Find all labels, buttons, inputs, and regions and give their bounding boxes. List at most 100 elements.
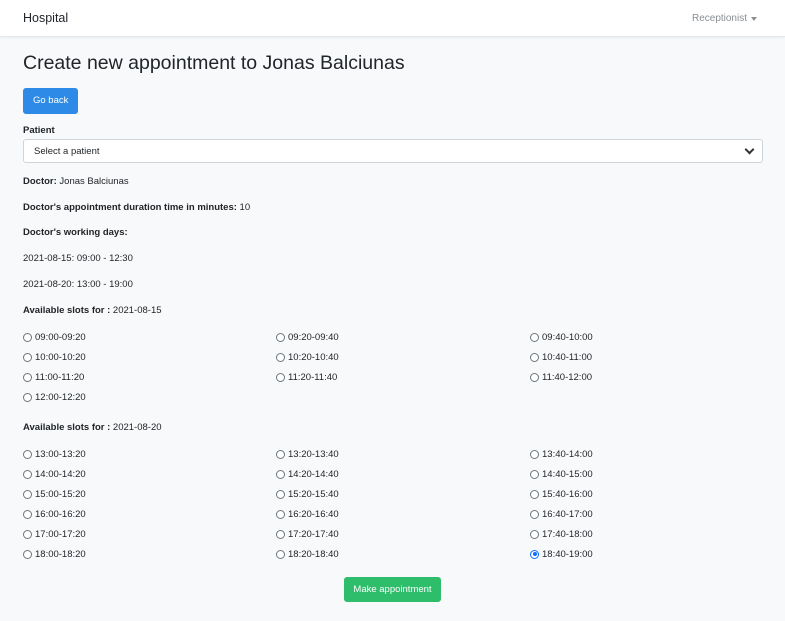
radio-button[interactable] xyxy=(23,549,32,559)
radio-button[interactable] xyxy=(23,449,32,459)
time-slot-label: 15:00-15:20 xyxy=(35,488,86,500)
time-slot-label: 13:40-14:00 xyxy=(542,448,593,460)
time-slot-label: 17:20-17:40 xyxy=(288,528,339,540)
make-appointment-button[interactable]: Make appointment xyxy=(344,577,441,602)
radio-button[interactable] xyxy=(276,469,285,479)
user-menu-dropdown[interactable]: Receptionist xyxy=(692,13,757,24)
radio-button[interactable] xyxy=(530,529,539,539)
slots-date: 2021-08-15 xyxy=(112,305,162,316)
patient-label: Patient xyxy=(23,125,55,136)
radio-button[interactable] xyxy=(276,549,285,559)
radio-button[interactable] xyxy=(23,372,32,382)
user-menu-label: Receptionist xyxy=(691,12,747,24)
time-slot-option[interactable]: 14:00-14:20 xyxy=(23,468,276,480)
time-slot-option[interactable]: 10:20-10:40 xyxy=(276,351,530,363)
radio-button[interactable] xyxy=(530,489,539,499)
time-slot-option[interactable]: 13:40-14:00 xyxy=(530,448,760,460)
time-slot-label: 18:40-19:00 xyxy=(542,548,593,560)
time-slot-label: 16:20-16:40 xyxy=(288,508,339,520)
time-slot-label: 11:20-11:40 xyxy=(288,371,338,383)
time-slot-option[interactable]: 14:20-14:40 xyxy=(276,468,530,480)
radio-button[interactable] xyxy=(276,449,285,459)
radio-button[interactable] xyxy=(276,489,285,499)
time-slot-option[interactable]: 11:00-11:20 xyxy=(23,371,276,383)
slot-grid-day2: 13:00-13:20 13:20-13:40 13:40-14:00 14:00-1… xyxy=(23,448,762,560)
navbar: Hospital Receptionist xyxy=(0,0,785,37)
time-slot-option[interactable]: 15:20-15:40 xyxy=(276,488,530,500)
duration-value: 10 xyxy=(239,202,251,213)
radio-button[interactable] xyxy=(23,392,32,402)
time-slot-option[interactable]: 14:40-15:00 xyxy=(530,468,760,480)
time-slot-option[interactable]: 18:00-18:20 xyxy=(23,548,276,560)
slots-heading-day1: Available slots for : 2021-08-15 xyxy=(23,305,762,317)
time-slot-label: 14:20-14:40 xyxy=(288,468,339,480)
time-slot-option[interactable]: 16:40-17:00 xyxy=(530,508,760,520)
time-slot-label: 09:00-09:20 xyxy=(35,331,86,343)
slot-grid-day1: 09:00-09:20 09:20-09:40 09:40-10:00 10:00-1… xyxy=(23,331,762,403)
radio-button[interactable] xyxy=(530,332,539,342)
time-slot-option[interactable]: 16:20-16:40 xyxy=(276,508,530,520)
time-slot-label: 12:00-12:20 xyxy=(35,391,86,403)
radio-button[interactable] xyxy=(530,372,539,382)
time-slot-label: 14:40-15:00 xyxy=(542,468,593,480)
radio-button[interactable] xyxy=(530,352,539,362)
radio-button[interactable] xyxy=(530,449,539,459)
doctor-name: Jonas Balciunas xyxy=(59,176,129,187)
time-slot-label: 10:40-11:00 xyxy=(542,351,593,363)
time-slot-label: 10:00-10:20 xyxy=(35,351,86,363)
time-slot-option[interactable]: 15:00-15:20 xyxy=(23,488,276,500)
time-slot-option[interactable]: 09:20-09:40 xyxy=(276,331,530,343)
radio-button[interactable] xyxy=(23,489,32,499)
time-slot-option[interactable]: 18:20-18:40 xyxy=(276,548,530,560)
time-slot-option[interactable]: 17:00-17:20 xyxy=(23,528,276,540)
time-slot-option[interactable]: 09:00-09:20 xyxy=(23,331,276,343)
time-slot-option[interactable]: 18:40-19:00 xyxy=(530,548,760,560)
slots-label: Available slots for : xyxy=(23,305,111,316)
radio-button[interactable] xyxy=(276,352,285,362)
radio-button[interactable] xyxy=(530,549,539,559)
time-slot-option[interactable]: 13:00-13:20 xyxy=(23,448,276,460)
time-slot-option[interactable]: 11:20-11:40 xyxy=(276,371,530,383)
time-slot-option[interactable]: 09:40-10:00 xyxy=(530,331,760,343)
time-slot-option[interactable]: 17:40-18:00 xyxy=(530,528,760,540)
time-slot-label: 11:40-12:00 xyxy=(542,371,593,383)
time-slot-label: 11:00-11:20 xyxy=(35,371,85,383)
time-slot-label: 15:40-16:00 xyxy=(542,488,593,500)
doctor-label: Doctor: xyxy=(23,176,57,187)
radio-button[interactable] xyxy=(276,332,285,342)
radio-button[interactable] xyxy=(276,529,285,539)
time-slot-label: 18:20-18:40 xyxy=(288,548,339,560)
radio-button[interactable] xyxy=(23,529,32,539)
go-back-button[interactable]: Go back xyxy=(23,88,79,114)
main-content: Create new appointment to Jonas Balciuna… xyxy=(0,52,785,602)
slots-date: 2021-08-20 xyxy=(112,422,162,433)
time-slot-option[interactable]: 16:00-16:20 xyxy=(23,508,276,520)
time-slot-option[interactable]: 10:00-10:20 xyxy=(23,351,276,363)
caret-down-icon xyxy=(751,16,757,21)
chevron-down-icon xyxy=(744,144,755,154)
time-slot-option[interactable]: 17:20-17:40 xyxy=(276,528,530,540)
radio-button[interactable] xyxy=(530,469,539,479)
radio-button[interactable] xyxy=(23,509,32,519)
time-slot-option[interactable]: 10:40-11:00 xyxy=(530,351,760,363)
brand-link[interactable]: Hospital xyxy=(23,11,68,25)
radio-button[interactable] xyxy=(23,469,32,479)
radio-button[interactable] xyxy=(276,509,285,519)
radio-button[interactable] xyxy=(23,332,32,342)
radio-button[interactable] xyxy=(276,372,285,382)
doctor-line: Doctor: Jonas Balciunas xyxy=(23,176,762,188)
time-slot-label: 13:20-13:40 xyxy=(288,448,339,460)
time-slot-label: 09:40-10:00 xyxy=(542,331,593,343)
time-slot-option[interactable]: 11:40-12:00 xyxy=(530,371,760,383)
working-day: 2021-08-15: 09:00 - 12:30 xyxy=(23,253,133,264)
time-slot-label: 16:00-16:20 xyxy=(35,508,86,520)
time-slot-option[interactable]: 13:20-13:40 xyxy=(276,448,530,460)
radio-button[interactable] xyxy=(23,352,32,362)
patient-select[interactable]: Select a patient xyxy=(23,139,763,163)
radio-button[interactable] xyxy=(530,509,539,519)
time-slot-option[interactable]: 12:00-12:20 xyxy=(23,391,276,403)
time-slot-label: 09:20-09:40 xyxy=(288,331,339,343)
time-slot-option[interactable]: 15:40-16:00 xyxy=(530,488,760,500)
duration-line: Doctor's appointment duration time in mi… xyxy=(23,202,762,214)
working-days-label: Doctor's working days: xyxy=(23,227,128,238)
